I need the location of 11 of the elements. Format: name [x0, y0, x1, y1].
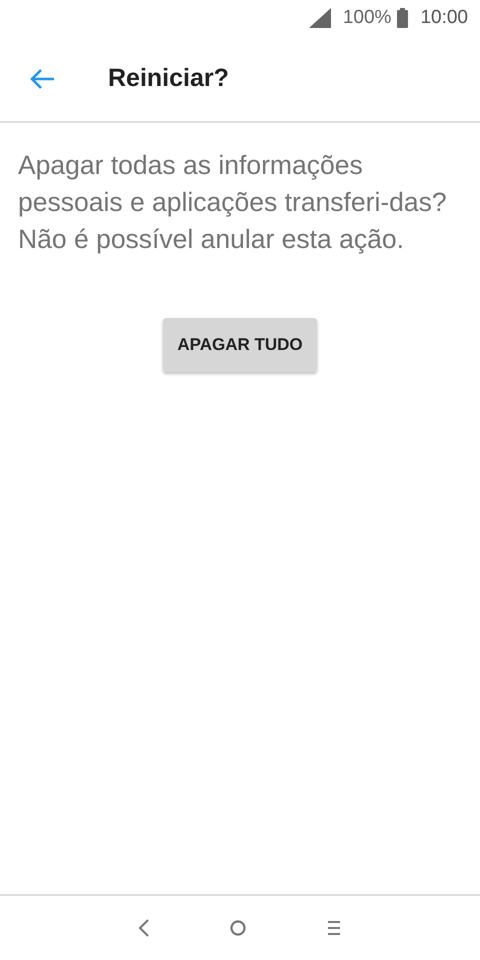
screen-title: Reiniciar?	[108, 64, 229, 93]
battery-percentage: 100%	[342, 7, 392, 29]
erase-all-button[interactable]: APAGAR TUDO	[163, 318, 317, 372]
battery-icon	[397, 8, 408, 28]
back-button[interactable]	[29, 68, 55, 90]
menu-icon[interactable]	[326, 920, 342, 936]
home-icon[interactable]	[230, 920, 246, 936]
signal-icon	[308, 8, 331, 28]
back-icon[interactable]	[138, 919, 150, 937]
clock-time: 10:00	[420, 7, 468, 29]
warning-message: Apagar todas as informações pessoais e aplicações transferi-das? Não é possível anular esta ação.	[18, 149, 448, 256]
